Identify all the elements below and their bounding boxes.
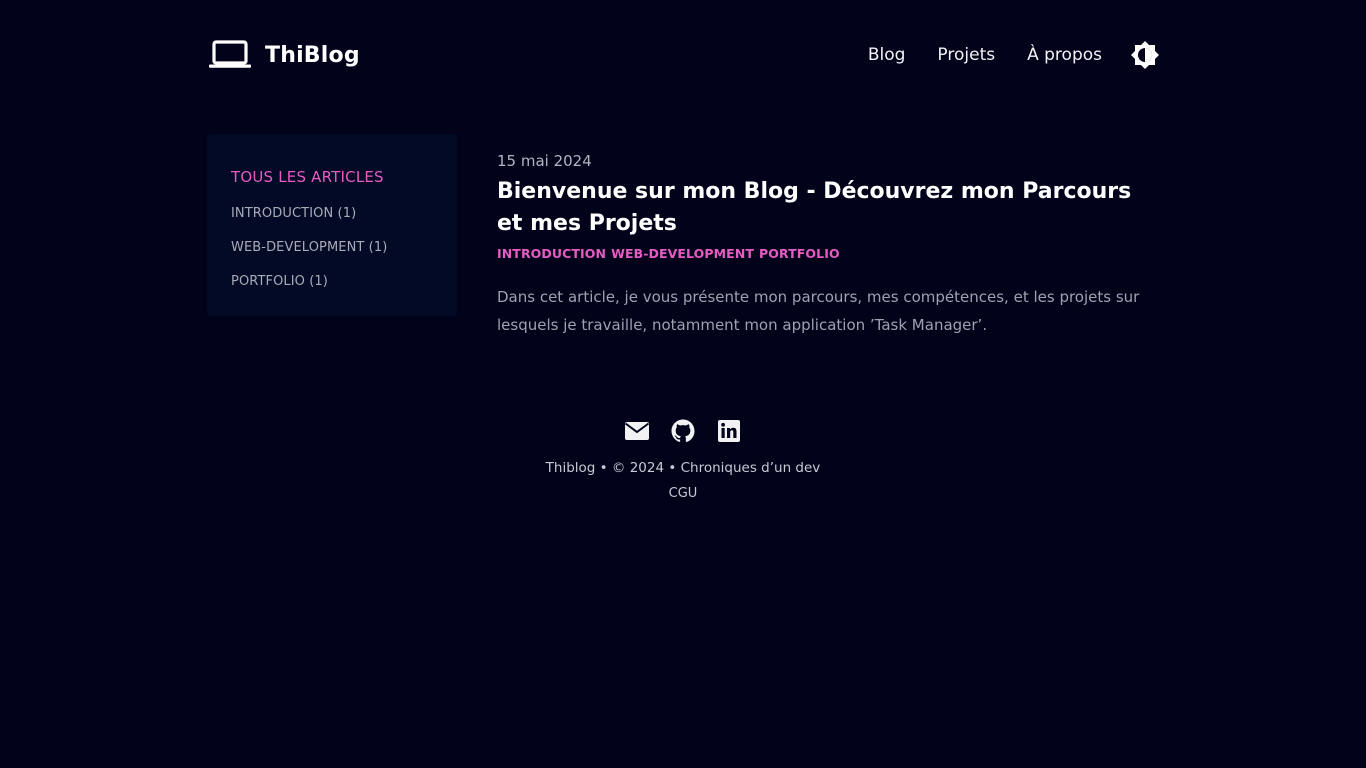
article-title[interactable]: Bienvenue sur mon Blog - Découvrez mon P… — [497, 176, 1157, 240]
category-sidebar: TOUS LES ARTICLES INTRODUCTION (1) WEB-D… — [207, 134, 457, 316]
main-nav: Blog Projets À propos — [868, 30, 1160, 80]
tag-introduction[interactable]: INTRODUCTION — [497, 246, 606, 261]
category-web-development[interactable]: WEB-DEVELOPMENT (1) — [231, 240, 433, 255]
article-excerpt: Dans cet article, je vous présente mon p… — [497, 288, 1140, 334]
tag-web-development[interactable]: WEB-DEVELOPMENT — [611, 246, 754, 261]
social-links — [0, 414, 1366, 448]
article-card: 15 mai 2024 Bienvenue sur mon Blog - Déc… — [497, 152, 1157, 339]
cgu-link[interactable]: CGU — [669, 486, 698, 501]
laptop-icon — [207, 39, 253, 71]
github-icon — [671, 419, 695, 443]
tag-portfolio[interactable]: PORTFOLIO — [759, 246, 840, 261]
article-date: 15 mai 2024 — [497, 152, 592, 170]
footer-credits: Thiblog • © 2024 • Chroniques d’un dev — [545, 460, 821, 476]
brightness-icon — [1131, 41, 1159, 69]
page: ThiBlog Blog Projets À propos TOUS LES A… — [0, 0, 1366, 768]
linkedin-link[interactable] — [716, 418, 742, 444]
all-articles-link[interactable]: TOUS LES ARTICLES — [231, 168, 433, 186]
nav-projets[interactable]: Projets — [937, 45, 995, 65]
github-link[interactable] — [670, 418, 696, 444]
category-portfolio[interactable]: PORTFOLIO (1) — [231, 274, 433, 289]
theme-toggle-button[interactable] — [1130, 40, 1160, 70]
linkedin-icon — [718, 420, 740, 442]
nav-a-propos[interactable]: À propos — [1027, 45, 1102, 65]
nav-blog[interactable]: Blog — [868, 45, 906, 65]
mail-link[interactable] — [624, 418, 650, 444]
site-footer: Thiblog • © 2024 • Chroniques d’un dev C… — [0, 414, 1366, 501]
category-introduction[interactable]: INTRODUCTION (1) — [231, 206, 433, 221]
mail-icon — [624, 422, 650, 440]
brand-name: ThiBlog — [265, 42, 360, 68]
site-header: ThiBlog Blog Projets À propos — [207, 30, 1160, 80]
article-tags: INTRODUCTION WEB-DEVELOPMENT PORTFOLIO — [497, 246, 1157, 261]
home-link[interactable]: ThiBlog — [207, 30, 360, 80]
